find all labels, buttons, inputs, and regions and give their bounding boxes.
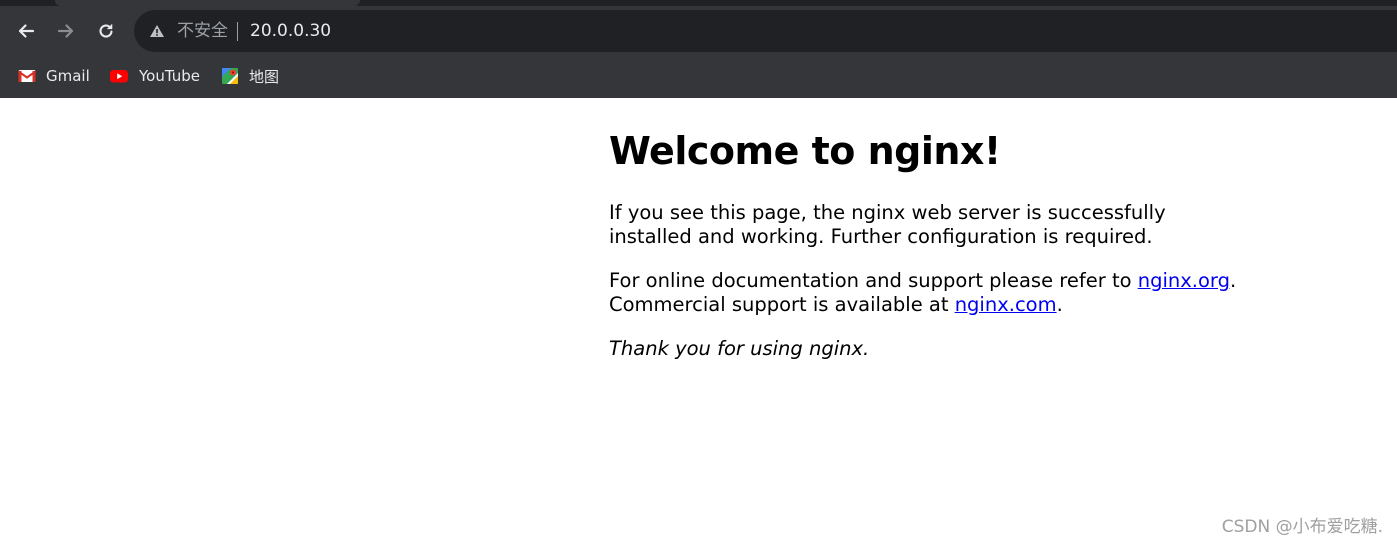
bookmark-maps[interactable]: 地图 (221, 65, 279, 87)
support-text-period: . (1056, 293, 1063, 316)
support-text: Commercial support is available at (609, 293, 955, 316)
warning-icon[interactable] (149, 23, 165, 39)
bookmark-youtube[interactable]: YouTube (109, 65, 200, 87)
address-bar[interactable]: 不安全 20.0.0.30 (134, 10, 1397, 52)
forward-button[interactable] (52, 17, 80, 45)
page-title: Welcome to nginx! (609, 129, 1001, 173)
bookmark-gmail[interactable]: Gmail (18, 65, 90, 87)
url-text[interactable]: 20.0.0.30 (250, 21, 331, 41)
bookmark-label: Gmail (46, 67, 90, 85)
bookmarks-bar: Gmail YouTube 地图 (0, 56, 1397, 96)
intro-paragraph: If you see this page, the nginx web serv… (609, 201, 1166, 248)
bookmark-label: 地图 (249, 67, 280, 86)
separator (237, 22, 238, 41)
docs-paragraph: For online documentation and support ple… (609, 269, 1249, 317)
reload-icon (99, 24, 113, 38)
gmail-icon (18, 70, 36, 82)
docs-text: For online documentation and support ple… (609, 269, 1138, 292)
maps-icon (222, 68, 238, 84)
toolbar: 不安全 20.0.0.30 (0, 6, 1397, 56)
back-arrow-icon (18, 24, 35, 38)
page-viewport: Welcome to nginx! If you see this page, … (0, 98, 1397, 545)
security-status-label[interactable]: 不安全 (177, 21, 228, 41)
watermark: CSDN @小布爱吃糖. (1221, 517, 1383, 537)
back-button[interactable] (12, 17, 40, 45)
youtube-icon (110, 70, 128, 83)
thanks-paragraph: Thank you for using nginx. (609, 337, 870, 360)
nginx-org-link[interactable]: nginx.org (1138, 269, 1230, 292)
reload-button[interactable] (92, 17, 120, 45)
docs-text-period: . (1229, 269, 1237, 292)
browser-chrome: 不安全 20.0.0.30 Gmail YouTube 地图 (0, 0, 1397, 98)
nginx-com-link[interactable]: nginx.com (955, 293, 1057, 316)
forward-arrow-icon (57, 24, 74, 38)
bookmark-label: YouTube (139, 67, 200, 85)
